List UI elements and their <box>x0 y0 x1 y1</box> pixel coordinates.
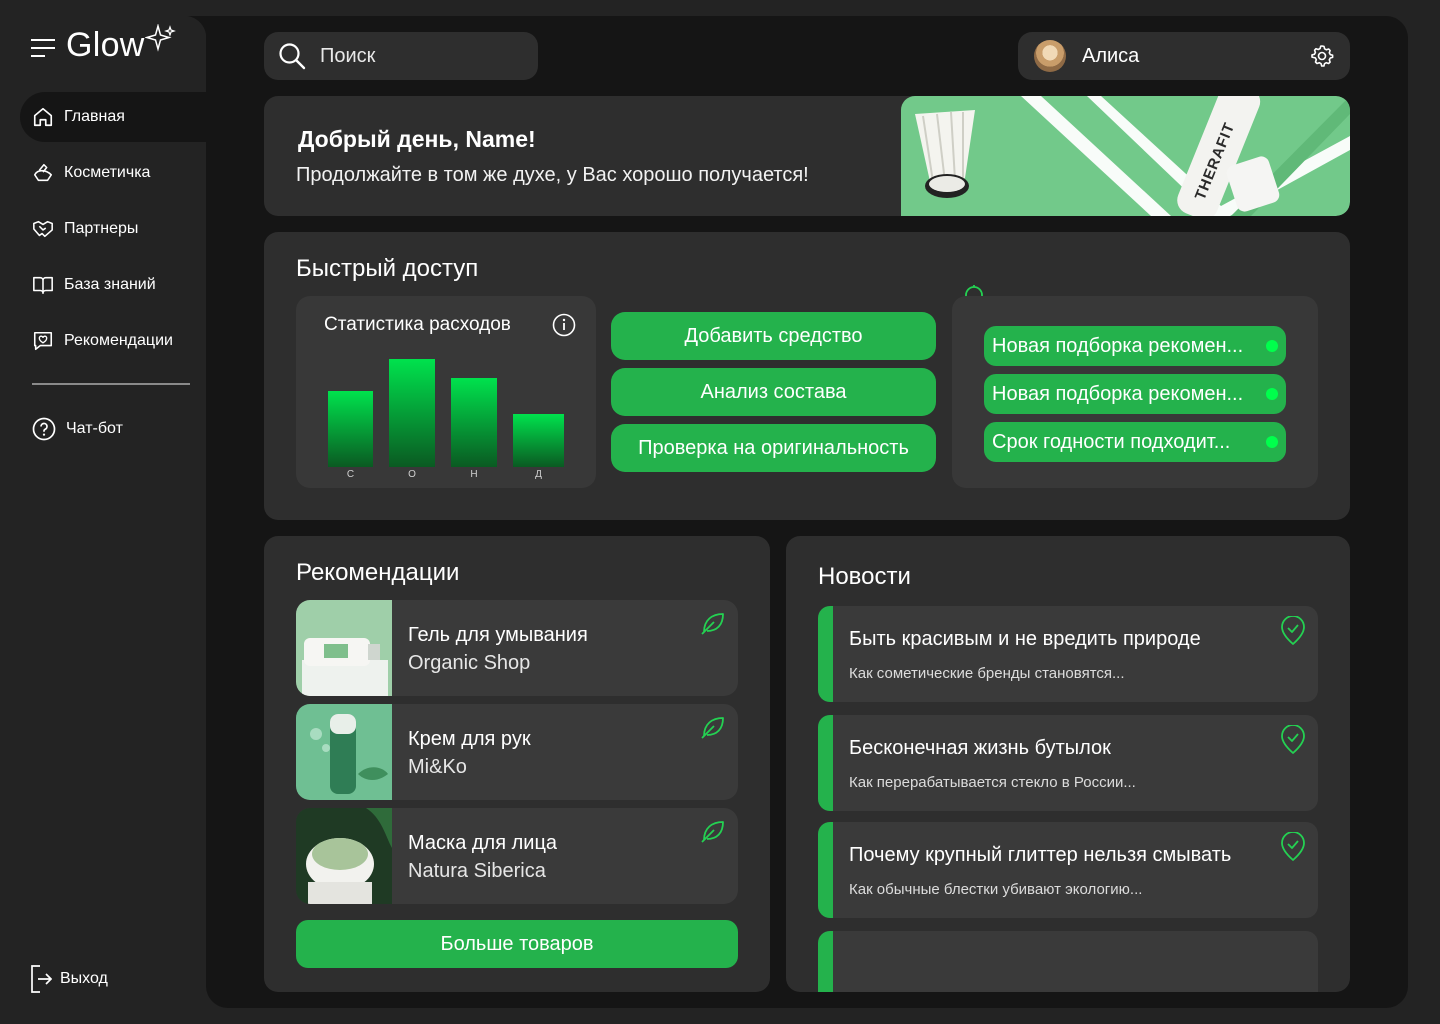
notification-text: Срок годности подходит... <box>992 430 1231 453</box>
app-logo[interactable]: Glow <box>30 24 176 64</box>
book-icon <box>33 276 53 295</box>
home-icon <box>33 107 53 127</box>
sidebar-item-label: Рекомендации <box>64 332 173 349</box>
accent-stripe <box>818 931 833 992</box>
greeting-title: Добрый день, Name! <box>298 126 536 152</box>
accent-stripe <box>818 606 833 702</box>
chart-tick-label: Д <box>535 469 542 480</box>
news-item[interactable]: Быть красивым и не вредить природе Как с… <box>818 606 1318 702</box>
news-summary: Как обычные блестки убивают экологию... <box>849 881 1143 898</box>
add-product-button[interactable]: Добавить средство <box>611 312 936 360</box>
sidebar-item-label: База знаний <box>64 276 156 293</box>
recommendation-item[interactable]: Маска для лица Natura Siberica <box>296 808 738 904</box>
notification-item[interactable]: Срок годности подходит... <box>984 422 1286 462</box>
chart-bar <box>328 391 373 467</box>
leaf-icon[interactable] <box>700 818 726 844</box>
product-image <box>296 704 392 800</box>
user-menu[interactable]: Алиса <box>1018 32 1350 80</box>
accent-stripe <box>818 715 833 811</box>
recommendations-title: Рекомендации <box>296 559 460 586</box>
sidebar-item-partners[interactable]: Партнеры <box>20 204 206 254</box>
product-image <box>296 600 392 696</box>
news-title: Новости <box>818 563 911 590</box>
avatar[interactable] <box>1034 40 1066 72</box>
search-bar[interactable] <box>264 32 538 80</box>
notification-item[interactable]: Новая подборка рекомен... <box>984 374 1286 414</box>
logout-label: Выход <box>60 970 108 987</box>
notifications-card: Новая подборка рекомен... Новая подборка… <box>952 296 1318 488</box>
product-name: Гель для умывания <box>408 624 588 646</box>
recommendation-item[interactable]: Гель для умывания Organic Shop <box>296 600 738 696</box>
unread-dot <box>1266 388 1278 400</box>
more-products-button[interactable]: Больше товаров <box>296 920 738 968</box>
news-item[interactable]: Бесконечная жизнь бутылок Как перерабаты… <box>818 715 1318 811</box>
authenticity-check-button[interactable]: Проверка на оригинальность <box>611 424 936 472</box>
banner-image: THERAFIT <box>901 96 1350 216</box>
news-summary: Как сометические бренды становятся... <box>849 665 1125 682</box>
sidebar-item-label: Партнеры <box>64 220 139 237</box>
news-summary: Как перерабатывается стекло в России... <box>849 774 1136 791</box>
sidebar-divider <box>32 383 190 385</box>
notification-item[interactable]: Новая подборка рекомен... <box>984 326 1286 366</box>
chart-bar <box>389 359 435 467</box>
sidebar-item-label: Чат-бот <box>66 420 123 437</box>
expense-stats-card[interactable]: Статистика расходов С О Н Д <box>296 296 596 488</box>
sparkle-icon <box>145 24 176 52</box>
product-name: Крем для рук <box>408 728 531 750</box>
chart-bar <box>451 378 497 467</box>
leaf-icon[interactable] <box>700 714 726 740</box>
chart-bar <box>513 414 564 467</box>
help-circle-icon <box>32 417 56 441</box>
chart-tick-label: С <box>346 469 355 480</box>
sidebar-item-cosmetic-bag[interactable]: Косметичка <box>20 148 206 198</box>
news-item[interactable]: Почему крупный глиттер нельзя смывать Ка… <box>818 822 1318 918</box>
accent-stripe <box>818 822 833 918</box>
menu-icon[interactable] <box>30 38 56 58</box>
greeting-banner: Добрый день, Name! Продолжайте в том же … <box>264 96 1350 216</box>
news-headline: Быть красивым и не вредить природе <box>849 628 1201 650</box>
notification-text: Новая подборка рекомен... <box>992 382 1244 405</box>
quick-access-title: Быстрый доступ <box>296 255 479 282</box>
unread-dot <box>1266 340 1278 352</box>
product-image <box>296 808 392 904</box>
sidebar-item-home[interactable]: Главная <box>20 92 206 142</box>
sidebar-item-chat-bot[interactable]: Чат-бот <box>20 404 206 454</box>
recommendation-item[interactable]: Крем для рук Mi&Ko <box>296 704 738 800</box>
logout-button[interactable]: Выход <box>30 964 108 994</box>
info-icon[interactable] <box>552 313 576 337</box>
eco-check-icon[interactable] <box>1280 725 1306 755</box>
search-icon <box>279 43 306 70</box>
product-brand: Organic Shop <box>408 652 531 674</box>
gear-icon[interactable] <box>1310 44 1334 68</box>
unread-dot <box>1266 436 1278 448</box>
sidebar-item-label: Косметичка <box>64 164 151 181</box>
news-headline: Бесконечная жизнь бутылок <box>849 737 1111 759</box>
user-name: Алиса <box>1082 44 1140 67</box>
cosmetic-bag-icon <box>33 163 53 182</box>
sidebar-item-label: Главная <box>64 108 125 125</box>
news-headline: Почему крупный глиттер нельзя смывать <box>849 844 1232 866</box>
notification-text: Новая подборка рекомен... <box>992 334 1244 357</box>
heart-chat-icon <box>33 331 53 351</box>
handshake-icon <box>33 220 53 238</box>
leaf-icon[interactable] <box>700 610 726 636</box>
sidebar-item-recommendations[interactable]: Рекомендации <box>20 316 206 366</box>
chart-tick-label: О <box>408 469 416 480</box>
chart-title: Статистика расходов <box>324 314 511 335</box>
chart-tick-label: Н <box>470 469 478 480</box>
composition-analysis-button[interactable]: Анализ состава <box>611 368 936 416</box>
product-brand: Mi&Ko <box>408 756 467 778</box>
logout-icon <box>31 965 52 993</box>
sidebar-item-knowledge-base[interactable]: База знаний <box>20 260 206 310</box>
eco-check-icon[interactable] <box>1280 616 1306 646</box>
search-input[interactable] <box>320 44 500 68</box>
product-brand: Natura Siberica <box>408 860 546 882</box>
news-item-partial[interactable] <box>818 931 1318 992</box>
product-name: Маска для лица <box>408 832 558 854</box>
app-name: Glow <box>66 26 145 64</box>
greeting-subtitle: Продолжайте в том же духе, у Вас хорошо … <box>296 164 809 186</box>
eco-check-icon[interactable] <box>1280 832 1306 862</box>
